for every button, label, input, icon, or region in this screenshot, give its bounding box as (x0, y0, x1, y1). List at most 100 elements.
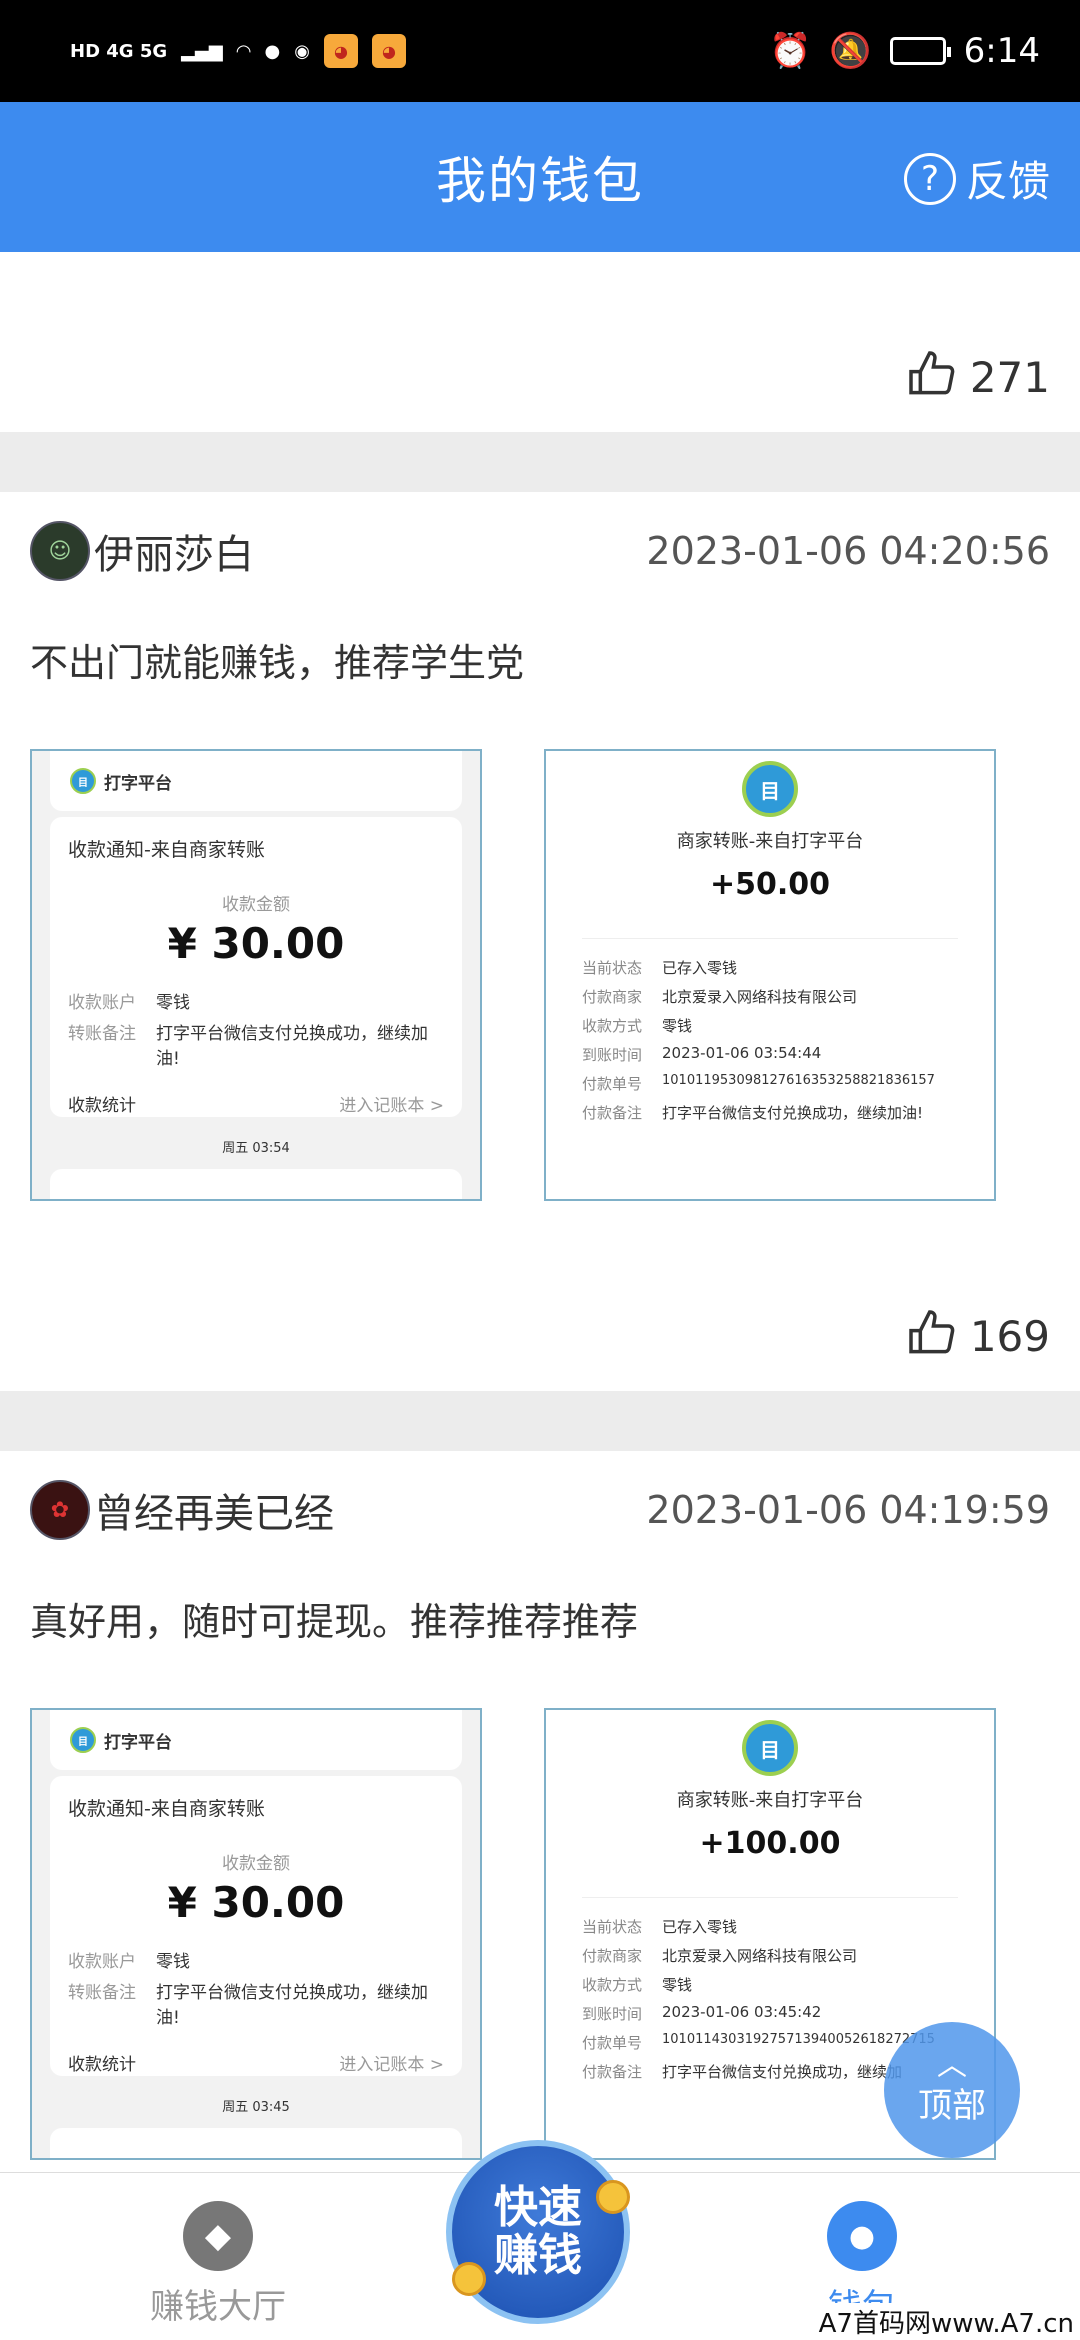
status-right: ⏰ 🔕 6:14 (769, 31, 1040, 71)
post-image-receipt[interactable]: 目 打字平台 收款通知-来自商家转账 收款金额 ¥ 30.00 收款账户 零钱 … (30, 749, 482, 1201)
detail-key: 当前状态 (582, 1918, 643, 1936)
post-header: ✿ 曾经再美已经 2023-01-06 04:19:59 (30, 1479, 1050, 1541)
thumbs-up-icon (909, 1310, 955, 1354)
detail-key: 付款单号 (582, 2034, 643, 2052)
receipt-time: 周五 03:45 (222, 2100, 290, 2115)
user-info[interactable]: ☺ 伊丽莎白 (30, 521, 254, 581)
receipt-app-row: 目 打字平台 (50, 1710, 462, 1770)
post-images: 目 打字平台 收款通知-来自商家转账 收款金额 ¥ 30.00 收款账户 零钱 … (30, 749, 1050, 1201)
detail-key: 收款方式 (582, 1976, 643, 1994)
receipt-notice: 收款通知-来自商家转账 (68, 839, 265, 861)
receipt-remark-label: 转账备注 (68, 1024, 136, 1044)
receipt-amount-label: 收款金额 (222, 1854, 290, 1874)
detail-key: 付款备注 (582, 2063, 643, 2081)
receipt-amount: ¥ 30.00 (167, 919, 345, 968)
transfer-details: 当前状态 已存入零钱 付款商家 北京爱录入网络科技有限公司 收款方式 零钱 到账时间 2… (582, 938, 958, 1123)
detail-value: 北京爱录入网络科技有限公司 (662, 1947, 858, 1965)
help-icon: ? (903, 152, 956, 205)
quick-earn-label-1: 快速 (494, 2181, 582, 2233)
app-header: 我的钱包 ? 反馈 (0, 102, 1080, 252)
detail-value: 北京爱录入网络科技有限公司 (662, 988, 858, 1006)
like-button[interactable]: 271 (0, 252, 1080, 432)
wifi-icon: ◠ (236, 40, 251, 62)
receipt-account-label: 收款账户 (68, 993, 136, 1013)
detail-value: 已存入零钱 (662, 1918, 738, 1936)
username: 曾经再美已经 (94, 1491, 334, 1537)
transfer-detail-row: 收款方式 零钱 (582, 1015, 958, 1036)
receipt-account-value: 零钱 (156, 993, 190, 1013)
post-timestamp: 2023-01-06 04:20:56 (646, 529, 1050, 573)
transfer-detail-row: 当前状态 已存入零钱 (582, 1916, 958, 1937)
receipt-remark-row: 转账备注 打字平台微信支付兑换成功，继续加油! (68, 1019, 444, 1069)
post-image-transfer[interactable]: 目 商家转账-来自打字平台 +50.00 当前状态 已存入零钱 付款商家 北京爱录入… (544, 749, 996, 1201)
back-to-top-button[interactable]: ︿ 顶部 (884, 2022, 1020, 2158)
status-left: HD 4G 5G ▂▄▆ ◠ ● ◉ ◕ ◕ (70, 34, 406, 68)
weibo-icon: ◕ (323, 34, 358, 68)
quick-earn-button[interactable]: 快速 赚钱 (446, 2140, 630, 2324)
status-bar: HD 4G 5G ▂▄▆ ◠ ● ◉ ◕ ◕ ⏰ 🔕 6:14 (0, 0, 1080, 102)
feedback-label: 反馈 (965, 157, 1050, 206)
detail-value: 打字平台微信支付兑换成功，继续加油! (662, 1104, 924, 1122)
detail-value: 零钱 (662, 1976, 693, 1994)
app-logo-icon: 目 (742, 761, 798, 817)
page-title: 我的钱包 (436, 152, 644, 210)
avatar[interactable]: ☺ (30, 521, 90, 581)
app-logo-icon: 目 (742, 1720, 798, 1776)
qq-icon: ● (264, 40, 281, 62)
alarm-icon: ⏰ (768, 31, 812, 71)
like-button[interactable]: 169 (0, 1201, 1080, 1391)
transfer-detail-row: 付款商家 北京爱录入网络科技有限公司 (582, 986, 958, 1007)
receipt-account-label: 收款账户 (68, 1952, 136, 1972)
transfer-title: 商家转账-来自打字平台 (676, 831, 864, 852)
detail-value: 已存入零钱 (662, 959, 738, 977)
user-info[interactable]: ✿ 曾经再美已经 (30, 1480, 334, 1540)
avatar[interactable]: ✿ (30, 1480, 90, 1540)
feedback-button[interactable]: ? 反馈 (903, 148, 1050, 209)
receipt-amount: ¥ 30.00 (167, 1878, 345, 1927)
detail-value: 打字平台微信支付兑换成功，继续加 (662, 2063, 903, 2081)
post-timestamp: 2023-01-06 04:19:59 (646, 1488, 1050, 1532)
receipt-account-value: 零钱 (156, 1952, 190, 1972)
receipt-account-row: 收款账户 零钱 (68, 1947, 444, 1972)
username: 伊丽莎白 (94, 532, 254, 578)
receipt-remark-row: 转账备注 打字平台微信支付兑换成功，继续加油! (68, 1978, 444, 2028)
detail-key: 当前状态 (582, 959, 643, 977)
nav-earn-hall-label: 赚钱大厅 (150, 2287, 286, 2327)
clock: 6:14 (963, 31, 1040, 71)
detail-key: 到账时间 (582, 1046, 643, 1064)
battery-icon (889, 37, 951, 65)
detail-key: 付款单号 (582, 1075, 643, 1093)
nav-earn-hall[interactable]: ◆ 赚钱大厅 (118, 2201, 318, 2328)
chevron-up-icon: ︿ (937, 2047, 967, 2083)
post-text: 不出门就能赚钱，推荐学生党 (30, 641, 525, 685)
divider (0, 432, 1080, 492)
transfer-detail-row: 付款单号 10101195309812761635325882183615​7 (582, 1073, 958, 1094)
receipt-card: 收款通知-来自商家转账 收款金额 ¥ 30.00 收款账户 零钱 转账备注 打字… (50, 1776, 462, 2076)
transfer-amount: +100.00 (699, 1826, 841, 1861)
like-count: 271 (969, 353, 1050, 402)
post-item: ☺ 伊丽莎白 2023-01-06 04:20:56 不出门就能赚钱，推荐学生党… (0, 492, 1080, 1201)
detail-value: 101011430319275713940052618272715 (662, 2032, 935, 2047)
receipt-next-card (50, 1169, 462, 1199)
quick-earn-label-2: 赚钱 (494, 2230, 582, 2281)
post-image-receipt[interactable]: 目 打字平台 收款通知-来自商家转账 收款金额 ¥ 30.00 收款账户 零钱 … (30, 1708, 482, 2160)
receipt-amount-label: 收款金额 (222, 895, 290, 915)
weibo-icon-2: ◕ (371, 34, 406, 68)
detail-value: 2023-01-06 03:45:42 (662, 2003, 822, 2021)
detail-key: 付款商家 (582, 1947, 643, 1965)
receipt-account-row: 收款账户 零钱 (68, 988, 444, 1013)
transfer-title: 商家转账-来自打字平台 (676, 1790, 864, 1811)
receipt-remark-label: 转账备注 (68, 1983, 136, 2003)
diamond-icon: ◆ (183, 2201, 253, 2271)
mute-icon: 🔕 (829, 31, 872, 71)
detail-key: 收款方式 (582, 1017, 643, 1035)
receipt-stats-row: 收款统计 进入记账本 > (68, 1091, 444, 1116)
post-text: 真好用，随时可提现。推荐推荐推荐 (30, 1600, 639, 1644)
transfer-detail-row: 收款方式 零钱 (582, 1974, 958, 1995)
receipt-stats-row: 收款统计 进入记账本 > (68, 2050, 444, 2075)
transfer-detail-row: 当前状态 已存入零钱 (582, 957, 958, 978)
receipt-time: 周五 03:54 (222, 1141, 290, 1156)
receipt-remark-value: 打字平台微信支付兑换成功，继续加油! (156, 1983, 428, 2028)
receipt-ledger-link: 进入记账本 > (339, 2055, 444, 2075)
receipt-next-card (50, 2128, 462, 2158)
